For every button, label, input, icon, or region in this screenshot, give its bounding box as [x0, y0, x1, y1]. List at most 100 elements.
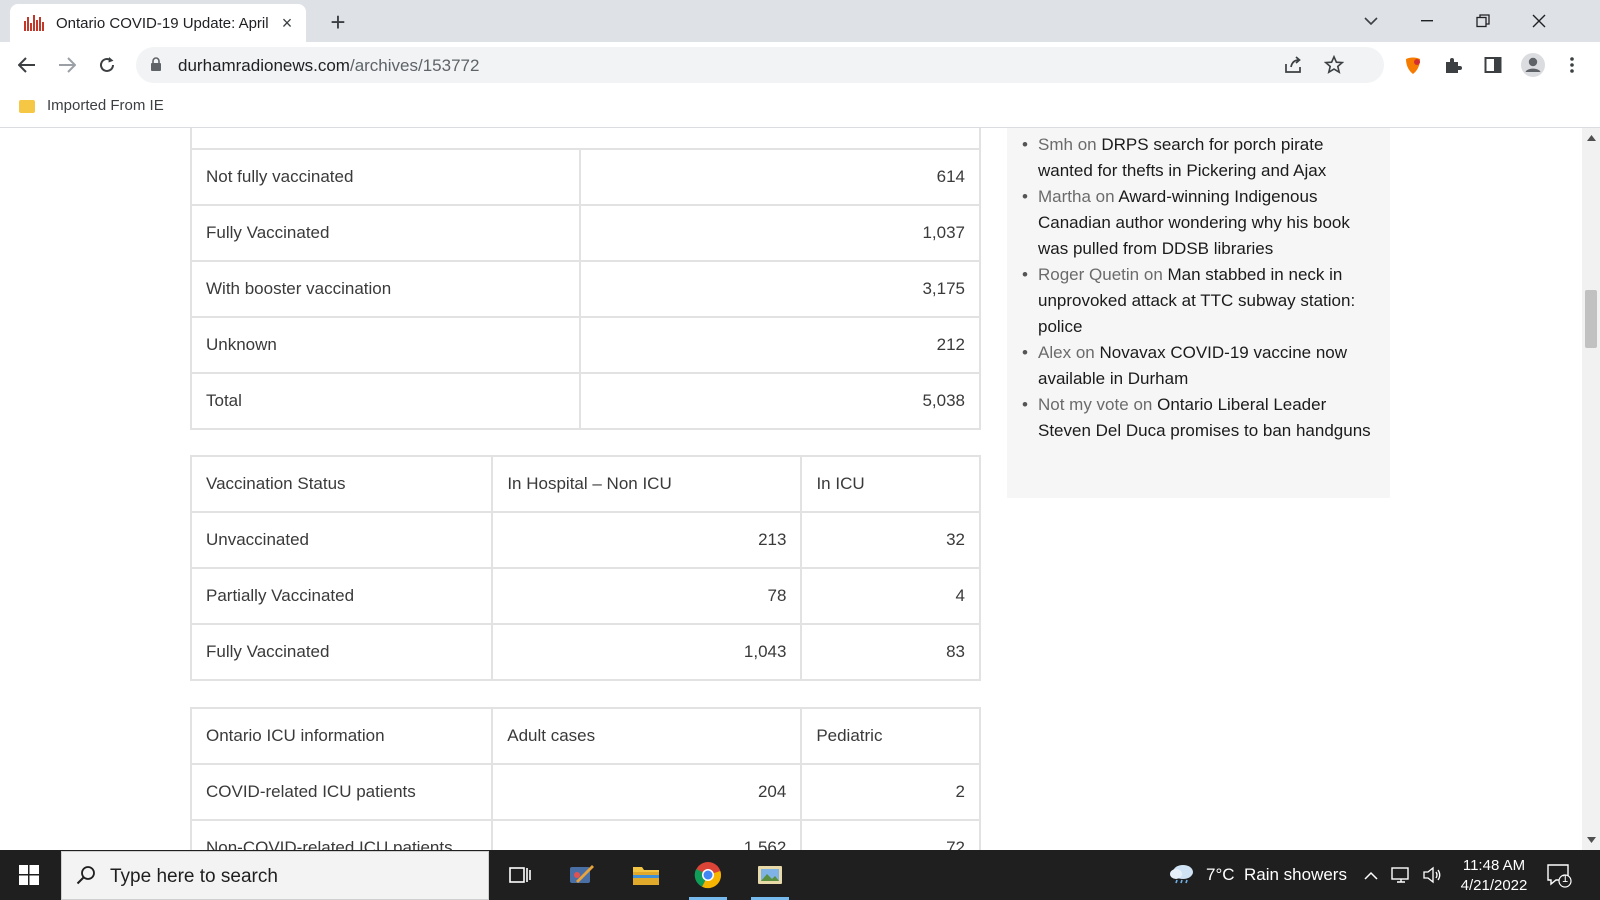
cases-by-vaccination-table: Not fully vaccinated 614 Fully Vaccinate… — [189, 148, 981, 430]
tab-search-icon[interactable] — [1348, 6, 1394, 36]
row-label: Fully Vaccinated — [189, 623, 494, 681]
column-header: Vaccination Status — [189, 455, 494, 513]
profile-avatar-icon[interactable] — [1519, 51, 1547, 79]
comment-author: Roger Quetin — [1038, 265, 1140, 284]
show-hidden-icons-chevron-icon[interactable] — [1364, 850, 1378, 900]
folder-icon — [19, 100, 35, 113]
cell-value: 83 — [800, 623, 981, 681]
row-value: 614 — [579, 148, 981, 206]
table-row: COVID-related ICU patients 204 2 — [189, 763, 981, 821]
table-row: Unvaccinated 213 32 — [189, 511, 981, 569]
cell-value: 78 — [491, 567, 803, 625]
row-value: 212 — [579, 316, 981, 374]
column-header: Adult cases — [491, 707, 803, 765]
extension-icon[interactable] — [1399, 51, 1427, 79]
bookmark-folder-imported[interactable]: Imported From IE — [47, 97, 164, 114]
browser-tab[interactable]: Ontario COVID-19 Update: April × — [10, 4, 306, 42]
browser-menu-icon[interactable] — [1558, 51, 1586, 79]
table-row: Fully Vaccinated 1,043 83 — [189, 623, 981, 681]
table-row: Non-COVID-related ICU patients 1,562 72 — [189, 819, 981, 850]
table-row: Not fully vaccinated 614 — [189, 148, 981, 206]
comment-author: Alex — [1038, 343, 1072, 362]
icu-information-table: Ontario ICU information Adult cases Pedi… — [189, 707, 981, 850]
row-label: Partially Vaccinated — [189, 567, 494, 625]
cell-value: 204 — [491, 763, 803, 821]
bookmark-star-icon[interactable] — [1323, 54, 1345, 80]
comment-author: Martha — [1038, 187, 1091, 206]
site-favicon-icon — [24, 15, 44, 31]
row-label: Fully Vaccinated — [189, 204, 582, 262]
close-tab-icon[interactable]: × — [278, 14, 296, 32]
row-value: 1,037 — [579, 204, 981, 262]
start-button[interactable] — [0, 850, 58, 900]
comment-item: Alex on Novavax COVID-19 vaccine now ava… — [1022, 340, 1371, 392]
row-value: 3,175 — [579, 260, 981, 318]
reload-button[interactable] — [93, 51, 121, 79]
volume-icon[interactable] — [1422, 850, 1442, 900]
close-window-button[interactable] — [1516, 6, 1562, 36]
taskbar-clock[interactable]: 11:48 AM 4/21/2022 — [1450, 856, 1538, 896]
task-view-button[interactable] — [495, 850, 545, 900]
tab-title: Ontario COVID-19 Update: April — [56, 14, 269, 32]
comment-connector: on — [1133, 395, 1153, 414]
row-label: Not fully vaccinated — [189, 148, 582, 206]
windows-taskbar: Type here to search 7°C Rain showers 11:… — [0, 850, 1600, 900]
scroll-up-arrow-icon[interactable] — [1582, 132, 1600, 144]
windows-logo-icon — [19, 865, 39, 885]
table-row: Partially Vaccinated 78 4 — [189, 567, 981, 625]
cell-value: 32 — [800, 511, 981, 569]
comment-connector: on — [1095, 187, 1115, 206]
table-row: With booster vaccination 3,175 — [189, 260, 981, 318]
notification-center-icon[interactable]: 1 — [1546, 850, 1572, 900]
comment-author: Smh — [1038, 135, 1073, 154]
search-placeholder: Type here to search — [110, 866, 278, 887]
network-icon[interactable] — [1391, 850, 1413, 900]
comment-connector: on — [1143, 265, 1163, 284]
taskbar-app-paint[interactable] — [557, 850, 607, 900]
cell-value: 1,043 — [491, 623, 803, 681]
recent-comments-widget: Smh on DRPS search for porch pirate want… — [1007, 128, 1390, 498]
notification-count-badge: 1 — [1562, 873, 1569, 885]
row-label: COVID-related ICU patients — [189, 763, 494, 821]
cell-value: 213 — [491, 511, 803, 569]
url-text: durhamradionews.com/archives/153772 — [178, 56, 480, 75]
taskbar-search-box[interactable]: Type here to search — [61, 851, 489, 900]
recent-comments-list: Smh on DRPS search for porch pirate want… — [1022, 132, 1371, 444]
minimize-button[interactable] — [1404, 6, 1450, 36]
column-header: In ICU — [800, 455, 981, 513]
back-button[interactable] — [13, 51, 41, 79]
comment-item: Smh on DRPS search for porch pirate want… — [1022, 132, 1371, 184]
forward-button[interactable] — [53, 51, 81, 79]
row-label: Unknown — [189, 316, 582, 374]
lock-icon — [150, 57, 162, 77]
scroll-down-arrow-icon[interactable] — [1582, 834, 1600, 846]
cell-value: 1,562 — [491, 819, 803, 850]
weather-widget[interactable]: 7°C Rain showers — [1168, 850, 1347, 900]
column-header: Ontario ICU information — [189, 707, 494, 765]
restore-button[interactable] — [1460, 6, 1506, 36]
comment-item: Not my vote on Ontario Liberal Leader St… — [1022, 392, 1371, 444]
cell-value: 72 — [800, 819, 981, 850]
new-tab-button[interactable]: + — [324, 8, 352, 36]
share-icon[interactable] — [1283, 55, 1303, 80]
clock-time: 11:48 AM — [1462, 857, 1526, 874]
extensions-puzzle-icon[interactable] — [1439, 51, 1467, 79]
cell-value: 4 — [800, 567, 981, 625]
table-header-cutoff — [190, 128, 981, 150]
address-bar[interactable]: durhamradionews.com/archives/153772 — [136, 47, 1384, 83]
cloud-rain-icon — [1168, 862, 1196, 889]
comment-connector: on — [1077, 135, 1097, 154]
file-explorer-icon[interactable] — [621, 850, 671, 900]
chrome-icon[interactable] — [683, 850, 733, 900]
scrollbar-thumb[interactable] — [1585, 290, 1597, 348]
clock-date: 4/21/2022 — [1460, 877, 1528, 894]
browser-toolbar: durhamradionews.com/archives/153772 — [0, 42, 1600, 88]
comment-item: Martha on Award-winning Indigenous Canad… — [1022, 184, 1371, 262]
taskbar-app-photos[interactable] — [745, 850, 795, 900]
page-scrollbar[interactable] — [1582, 128, 1600, 850]
side-panel-icon[interactable] — [1479, 51, 1507, 79]
row-label: Non-COVID-related ICU patients — [189, 819, 494, 850]
cell-value: 2 — [800, 763, 981, 821]
bookmarks-bar: Imported From IE — [0, 88, 1600, 128]
page-viewport: Not fully vaccinated 614 Fully Vaccinate… — [0, 128, 1600, 850]
